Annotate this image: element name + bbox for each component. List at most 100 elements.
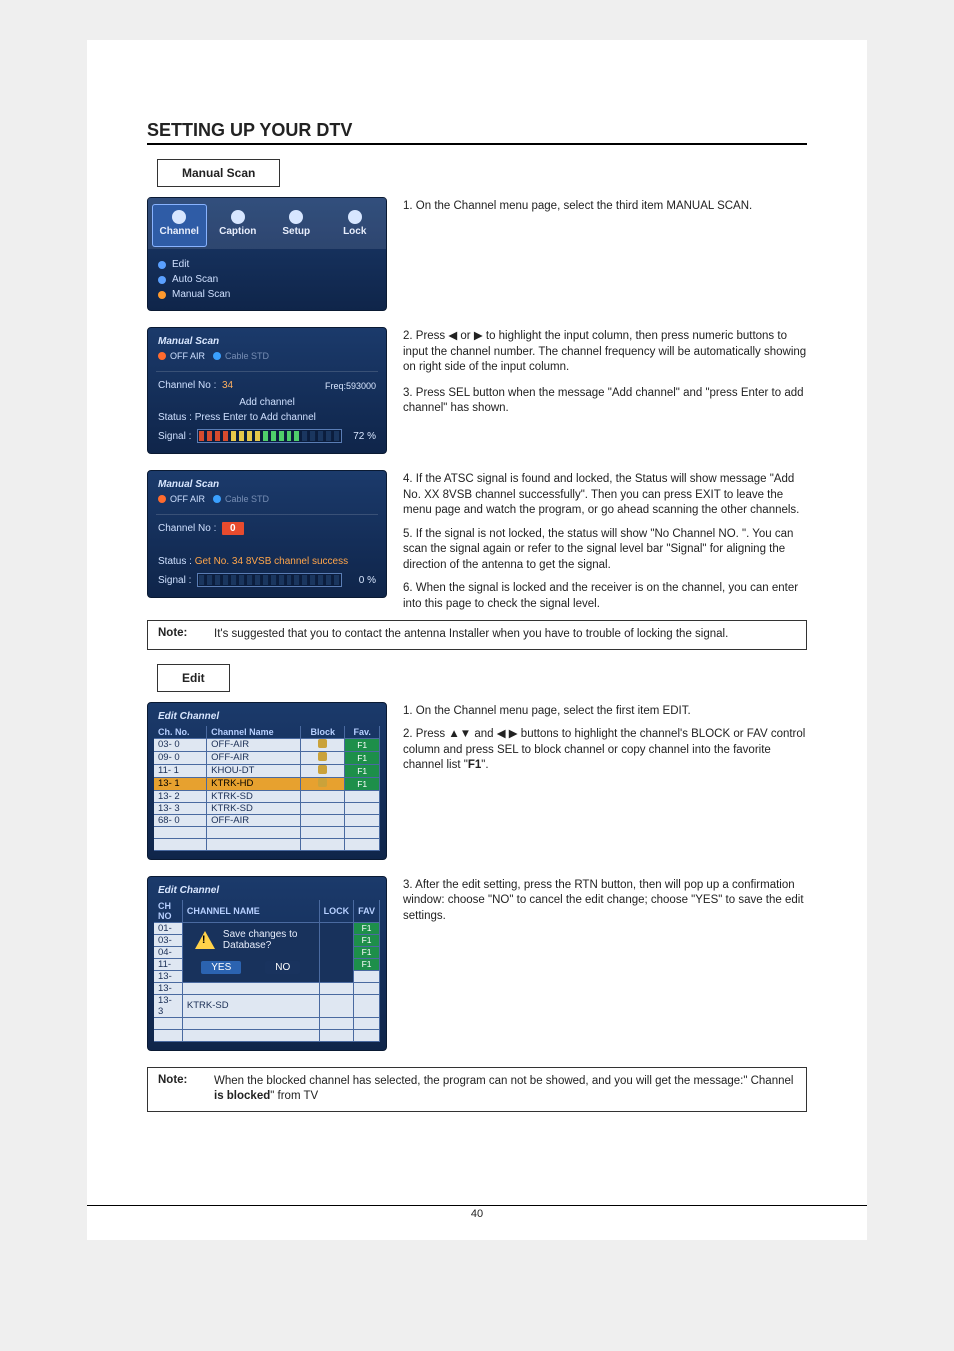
pill-label: OFF AIR [170, 494, 205, 504]
manual-scan-add-panel: Manual Scan OFF AIR Cable STD Channel No… [147, 327, 387, 454]
cell-fav[interactable]: F1 [345, 764, 380, 777]
panel-tab-label: Caption [219, 226, 256, 237]
panel-tab-setup[interactable]: Setup [269, 204, 324, 247]
warning-icon [195, 931, 215, 949]
table-row[interactable]: 03- 0OFF-AIRF1 [154, 738, 380, 751]
manual-scan-success-panel: Manual Scan OFF AIR Cable STD Channel No… [147, 470, 387, 598]
table-row [154, 826, 380, 838]
table-row[interactable]: 11- 1KHOU-DTF1 [154, 764, 380, 777]
cell-ch-no: 13- 1 [154, 777, 207, 790]
dialog-cell: Save changes to Database? YES NO [182, 922, 319, 982]
pill-cable[interactable]: Cable STD [213, 494, 269, 504]
pill-cable[interactable]: Cable STD [213, 351, 269, 361]
table-row[interactable]: 13- 3KTRK-SD [154, 994, 380, 1017]
status-text: Press Enter to Add channel [195, 412, 316, 423]
dot-icon [158, 261, 166, 269]
channel-no-input[interactable]: 0 [222, 522, 244, 535]
cell-ch-no: 01- [154, 922, 182, 934]
panel-tab-label: Setup [282, 226, 310, 237]
cell-fav[interactable] [345, 802, 380, 814]
signal-label: Signal : [158, 431, 191, 442]
note-box-1: Note: It's suggested that you to contact… [147, 620, 807, 650]
cell-ch-name: OFF-AIR [207, 751, 301, 764]
edit-step-2: 2. Press ▲▼ and ◀ ▶ buttons to highlight… [403, 727, 807, 774]
table-row: 01-Save changes to Database?YESNOF1 [154, 922, 380, 934]
panel-subtitle: Manual Scan [148, 471, 386, 492]
pill-label: Cable STD [225, 351, 269, 361]
channel-no-label: Channel No : [158, 523, 216, 534]
pill-off-air[interactable]: OFF AIR [158, 494, 205, 504]
edit-channel-table: Ch. No. Channel Name Block Fav. 03- 0OFF… [154, 726, 380, 851]
pill-off-air[interactable]: OFF AIR [158, 351, 205, 361]
table-row[interactable]: 13- 2KTRK-SD [154, 790, 380, 802]
page-number: 40 [87, 1205, 867, 1220]
cell-fav[interactable]: F1 [354, 946, 380, 958]
cell-fav[interactable]: F1 [354, 922, 380, 934]
cell-ch-no: 04- [154, 946, 182, 958]
panel-tab-caption[interactable]: Caption [211, 204, 266, 247]
cell-fav[interactable]: F1 [345, 738, 380, 751]
table-row[interactable]: 13- 3KTRK-SD [154, 802, 380, 814]
cell-ch-no: 13- 3 [154, 994, 182, 1017]
menu-item-edit[interactable]: Edit [158, 257, 376, 272]
table-row[interactable]: 68- 0OFF-AIR [154, 814, 380, 826]
cell-block[interactable] [301, 790, 345, 802]
cell-block[interactable] [301, 802, 345, 814]
table-row[interactable]: 09- 0OFF-AIRF1 [154, 751, 380, 764]
signal-bar [197, 429, 342, 443]
panel-subtitle: Edit Channel [148, 703, 386, 724]
col-lock: LOCK [319, 900, 354, 923]
cell-ch-no: 13- 3 [154, 802, 207, 814]
cell-block[interactable] [301, 751, 345, 764]
cell-fav[interactable]: F1 [354, 958, 380, 970]
cell-block[interactable] [301, 777, 345, 790]
table-row [154, 1017, 380, 1029]
menu-item-label: Edit [172, 259, 189, 270]
cell-fav[interactable]: F1 [345, 751, 380, 764]
col-ch-name: CHANNEL NAME [182, 900, 319, 923]
cell-block[interactable] [301, 764, 345, 777]
menu-item-auto-scan[interactable]: Auto Scan [158, 272, 376, 287]
note-text: It's suggested that you to contact the a… [214, 627, 796, 643]
yes-button[interactable]: YES [201, 961, 241, 974]
cell-ch-name: KTRK-SD [207, 802, 301, 814]
menu-item-label: Manual Scan [172, 289, 230, 300]
table-row [154, 838, 380, 850]
cell-fav[interactable] [354, 970, 380, 982]
cell-ch-no: 11- 1 [154, 764, 207, 777]
cell-ch-no: 13- 2 [154, 790, 207, 802]
panel-tab-label: Lock [343, 226, 366, 237]
cell-fav[interactable] [345, 814, 380, 826]
section-tab-edit: Edit [157, 664, 230, 692]
cell-ch-name: KTRK-SD [207, 790, 301, 802]
menu-item-manual-scan[interactable]: Manual Scan [158, 287, 376, 302]
channel-no-value: 34 [222, 380, 233, 391]
instruction-step-3: 3. Press SEL button when the message "Ad… [403, 386, 807, 417]
cell-ch-no: 03- 0 [154, 738, 207, 751]
status-text: Get No. 34 8VSB channel success [195, 556, 348, 567]
radio-icon [158, 495, 166, 503]
table-row: 13- [154, 982, 380, 994]
no-button[interactable]: NO [265, 961, 300, 974]
panel-tab-channel[interactable]: Channel [152, 204, 207, 247]
cell-ch-name: OFF-AIR [207, 814, 301, 826]
dialog-text: Save changes to Database? [223, 929, 307, 951]
instruction-step-5: 5. If the signal is not locked, the stat… [403, 527, 807, 574]
save-dialog: Save changes to Database? [187, 923, 315, 957]
cell-fav[interactable]: F1 [345, 777, 380, 790]
page-title: SETTING UP YOUR DTV [147, 120, 807, 145]
signal-bar [197, 573, 342, 587]
panel-subtitle: Edit Channel [148, 877, 386, 898]
cell-block[interactable] [301, 814, 345, 826]
panel-tab-lock[interactable]: Lock [328, 204, 383, 247]
cell-fav[interactable]: F1 [354, 934, 380, 946]
section-tab-manual-scan: Manual Scan [157, 159, 280, 187]
edit-channel-panel: Edit Channel Ch. No. Channel Name Block … [147, 702, 387, 860]
table-row[interactable]: 13- 1KTRK-HDF1 [154, 777, 380, 790]
col-fav: Fav. [345, 726, 380, 739]
channel-no-label: Channel No : [158, 380, 216, 391]
cell-lock [319, 922, 354, 982]
cell-block[interactable] [301, 738, 345, 751]
cell-fav[interactable] [345, 790, 380, 802]
pill-label: OFF AIR [170, 351, 205, 361]
